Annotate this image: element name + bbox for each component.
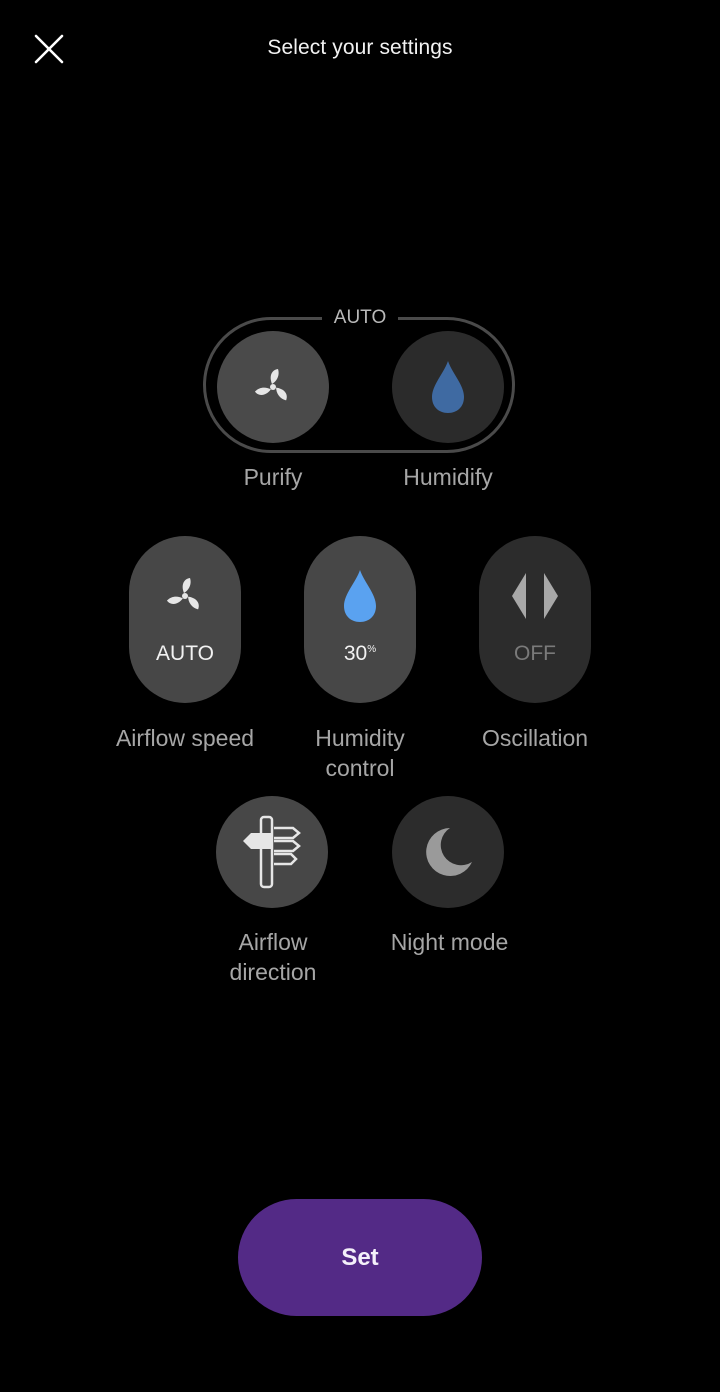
purify-mode-button[interactable] <box>217 331 329 443</box>
airflow-direction-label: Airflow direction <box>203 927 343 987</box>
moon-icon <box>426 828 472 876</box>
page-title: Select your settings <box>267 36 453 59</box>
oscillation-value: OFF <box>514 642 556 665</box>
humidity-control-label: Humidity control <box>290 723 430 783</box>
fan-icon <box>254 369 287 401</box>
humidity-value-number: 30 <box>343 642 368 665</box>
purify-label: Purify <box>243 464 303 490</box>
airflow-speed-label: Airflow speed <box>115 725 255 751</box>
oscillation-button[interactable]: OFF <box>479 536 591 703</box>
humidity-icon-wrap <box>304 566 416 626</box>
fan-icon <box>166 578 199 610</box>
humidity-control-label-line2: control <box>325 755 395 781</box>
night-mode-label: Night mode <box>390 929 509 955</box>
oscillation-label: Oscillation <box>481 725 589 751</box>
airflow-direction-button[interactable] <box>216 796 328 908</box>
airflow-direction-label-line1: Airflow <box>238 929 308 955</box>
humidity-control-label-line1: Humidity <box>315 725 405 751</box>
airflow-speed-icon-wrap <box>129 566 241 626</box>
airflow-direction-label-line2: direction <box>229 959 317 985</box>
night-mode-button[interactable] <box>392 796 504 908</box>
oscillation-icon-wrap <box>479 566 591 626</box>
water-drop-icon <box>432 361 464 413</box>
humidity-control-value: 30% <box>304 642 416 666</box>
airflow-speed-value: AUTO <box>156 642 214 665</box>
set-button[interactable]: Set <box>238 1199 482 1316</box>
humidify-label: Humidify <box>403 464 493 490</box>
humidify-mode-button[interactable] <box>392 331 504 443</box>
water-drop-icon <box>344 570 376 622</box>
airflow-speed-button[interactable]: AUTO <box>129 536 241 703</box>
humidity-value-unit: % <box>367 644 377 655</box>
airflow-direction-icon <box>243 815 301 889</box>
mode-group-label: AUTO <box>322 304 398 332</box>
oscillation-icon <box>512 573 558 619</box>
humidity-control-button[interactable]: 30% <box>304 536 416 703</box>
